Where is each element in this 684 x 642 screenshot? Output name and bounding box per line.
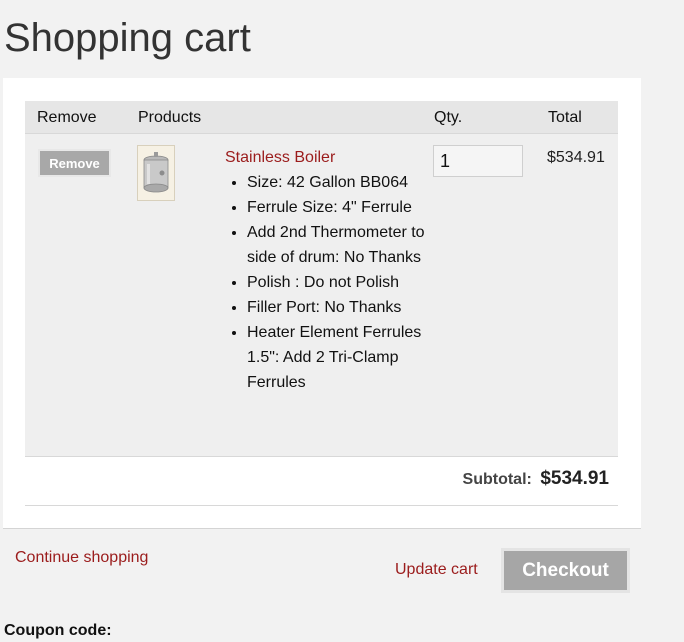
coupon-code-label: Coupon code: <box>4 622 112 639</box>
checkout-button[interactable]: Checkout <box>501 548 630 593</box>
product-thumbnail[interactable] <box>137 145 175 201</box>
header-products: Products <box>138 109 202 126</box>
page-title: Shopping cart <box>4 16 251 60</box>
boiler-image-icon <box>138 146 174 200</box>
remove-button[interactable]: Remove <box>38 149 111 177</box>
header-total: Total <box>548 109 582 126</box>
product-options-list: Size: 42 Gallon BB064 Ferrule Size: 4" F… <box>225 170 447 395</box>
divider <box>25 505 618 506</box>
cart-panel: Remove Products Qty. Total Remove Stainl… <box>3 78 641 529</box>
product-option: Heater Element Ferrules 1.5": Add 2 Tri-… <box>247 320 447 395</box>
product-name-link[interactable]: Stainless Boiler <box>225 149 335 167</box>
product-option: Filler Port: No Thanks <box>247 295 447 320</box>
product-option: Polish : Do not Polish <box>247 270 447 295</box>
subtotal-value: $534.91 <box>540 468 609 489</box>
subtotal: Subtotal: $534.91 <box>463 468 609 490</box>
line-total: $534.91 <box>547 149 605 166</box>
header-qty: Qty. <box>434 109 463 126</box>
quantity-input[interactable] <box>433 145 523 177</box>
product-option: Ferrule Size: 4" Ferrule <box>247 195 447 220</box>
product-option: Size: 42 Gallon BB064 <box>247 170 447 195</box>
product-option: Add 2nd Thermometer to side of drum: No … <box>247 220 447 270</box>
header-remove: Remove <box>37 109 97 126</box>
cart-row: Remove Stainless Boiler Size: 42 Gallon … <box>25 134 618 457</box>
subtotal-label: Subtotal: <box>462 471 532 488</box>
continue-shopping-link[interactable]: Continue shopping <box>15 549 148 567</box>
update-cart-link[interactable]: Update cart <box>395 561 478 579</box>
cart-table-header: Remove Products Qty. Total <box>25 101 618 134</box>
